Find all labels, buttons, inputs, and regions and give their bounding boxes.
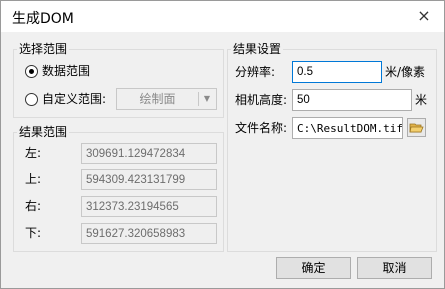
chevron-down-icon: ▼ — [203, 94, 211, 103]
draw-face-label: 绘制面 — [139, 92, 176, 106]
cancel-button[interactable]: 取消 — [357, 257, 432, 279]
left-value-field: 309691.129472834 — [81, 143, 217, 164]
file-name-input[interactable]: C:\ResultDOM.tiff — [292, 117, 403, 139]
browse-folder-button[interactable] — [407, 118, 426, 137]
ok-button[interactable]: 确定 — [276, 257, 351, 279]
folder-open-icon — [409, 123, 424, 133]
right-label: 右: — [25, 199, 42, 213]
result-range-legend: 结果范围 — [17, 125, 70, 139]
bottom-value-field: 591627.320658983 — [81, 223, 217, 244]
camera-height-input[interactable]: 50 — [292, 89, 412, 111]
left-label: 左: — [25, 146, 42, 160]
radio-selected-dot — [29, 69, 34, 74]
dropdown-separator — [198, 92, 199, 106]
close-icon[interactable]: × — [412, 4, 436, 28]
top-value-field: 594309.423131799 — [81, 169, 217, 190]
camera-height-unit: 米 — [415, 93, 428, 107]
camera-height-label: 相机高度: — [235, 93, 288, 107]
result-settings-legend: 结果设置 — [231, 42, 284, 56]
resolution-unit: 米/像素 — [385, 65, 426, 79]
resolution-input[interactable]: 0.5 — [292, 61, 382, 83]
draw-face-dropdown[interactable]: 绘制面 ▼ — [116, 88, 217, 110]
resolution-label: 分辨率: — [235, 65, 276, 79]
generate-dom-dialog: 生成DOM × 选择范围 数据范围 自定义范围: 绘制面 ▼ 结果范围 左: 3… — [0, 0, 445, 289]
dialog-title: 生成DOM — [12, 11, 74, 27]
bottom-label: 下: — [25, 226, 42, 240]
data-range-radio[interactable] — [25, 65, 38, 78]
data-range-label[interactable]: 数据范围 — [42, 63, 90, 79]
top-label: 上: — [25, 172, 42, 186]
file-name-label: 文件名称: — [235, 121, 288, 135]
custom-range-label[interactable]: 自定义范围: — [42, 91, 106, 107]
title-bar: 生成DOM × — [1, 1, 444, 32]
selection-range-legend: 选择范围 — [17, 42, 70, 56]
right-value-field: 312373.23194565 — [81, 196, 217, 217]
custom-range-radio[interactable] — [25, 93, 38, 106]
